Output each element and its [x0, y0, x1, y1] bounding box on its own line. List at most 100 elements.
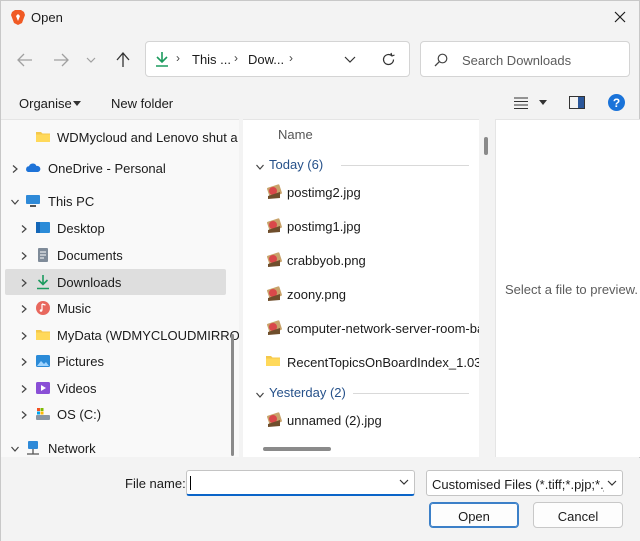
image-file-icon: [265, 217, 283, 235]
tree-item-documents[interactable]: Documents: [5, 242, 226, 268]
file-type-value: Customised Files (*.tiff;*.pjp;*.jfif: [432, 477, 604, 492]
svg-text:?: ?: [613, 96, 620, 110]
image-file-icon: [265, 183, 283, 201]
cancel-button[interactable]: Cancel: [533, 502, 623, 528]
file-name-label: File name:: [125, 476, 186, 491]
file-name: postimg1.jpg: [287, 219, 361, 234]
tree-item-label: MyData (WDMYCLOUDMIRROF: [57, 328, 239, 343]
file-list-horizontal-scrollbar[interactable]: [263, 447, 331, 451]
chevron-right-icon[interactable]: [19, 302, 29, 313]
new-folder-button[interactable]: New folder: [111, 96, 173, 111]
caret-down-icon[interactable]: [539, 100, 547, 105]
arrow-right-icon: [54, 53, 69, 67]
back-button[interactable]: [13, 48, 37, 72]
file-group-header[interactable]: Today (6): [253, 155, 469, 175]
onedrive-icon: [25, 160, 41, 176]
file-name-input[interactable]: [186, 470, 415, 496]
navigation-scrollbar[interactable]: [231, 334, 234, 456]
chevron-right-icon[interactable]: [19, 249, 29, 260]
file-item[interactable]: postimg2.jpg: [265, 179, 479, 205]
tree-item-label: OS (C:): [57, 407, 102, 422]
tree-item-os-c[interactable]: OS (C:): [5, 401, 226, 427]
file-item[interactable]: zoony.png: [265, 281, 479, 307]
preview-pane-icon[interactable]: [569, 96, 585, 109]
tree-item-desktop[interactable]: Desktop: [5, 215, 226, 241]
file-group-label: Today (6): [269, 157, 324, 172]
image-file-icon: [265, 319, 283, 337]
search-box[interactable]: Search Downloads: [420, 41, 630, 77]
help-icon[interactable]: ?: [608, 94, 625, 111]
chevron-right-icon[interactable]: [19, 408, 29, 419]
file-group-label: Yesterday (2): [269, 385, 346, 400]
videos-icon: [35, 380, 51, 396]
tree-item-downloads[interactable]: Downloads: [5, 269, 226, 295]
navigation-pane: WDMycloud and Lenovo shut a OneDrive - Pe…: [1, 119, 239, 457]
file-item[interactable]: unnamed (2).jpg: [265, 407, 479, 433]
file-type-select[interactable]: Customised Files (*.tiff;*.pjp;*.jfif: [426, 470, 623, 496]
file-group-header[interactable]: Yesterday (2): [253, 383, 469, 403]
title-bar: Open: [1, 1, 640, 34]
chevron-down-icon[interactable]: [255, 388, 265, 403]
chevron-right-icon[interactable]: [19, 355, 29, 366]
tree-item-videos[interactable]: Videos: [5, 375, 226, 401]
tree-item-music[interactable]: Music: [5, 295, 226, 321]
breadcrumb-separator: ›: [234, 51, 238, 65]
folder-icon: [265, 353, 283, 371]
tree-item-label: Videos: [57, 381, 97, 396]
recent-locations-button[interactable]: [81, 48, 101, 72]
tree-item-label: Documents: [57, 248, 123, 263]
music-icon: [35, 300, 51, 316]
chevron-down-icon[interactable]: [344, 56, 356, 63]
file-list: Name Today (6) postimg2.jpg postimg1.jpg cr…: [243, 119, 479, 457]
tree-item-onedrive-personal[interactable]: OneDrive - Personal: [5, 155, 226, 181]
address-bar[interactable]: › This ... › Dow... ›: [145, 41, 410, 77]
image-file-icon: [265, 411, 283, 429]
window-title: Open: [31, 10, 63, 25]
chevron-right-icon[interactable]: [19, 382, 29, 393]
view-options-icon[interactable]: [514, 97, 528, 109]
tree-item-this-pc[interactable]: This PC: [5, 188, 226, 214]
downloads-icon: [35, 274, 51, 290]
chevron-right-icon[interactable]: [19, 222, 29, 233]
chevron-right-icon[interactable]: [19, 329, 29, 340]
text-caret: [190, 476, 191, 490]
image-file-icon: [265, 285, 283, 303]
organise-menu[interactable]: Organise: [19, 96, 72, 111]
arrow-up-icon: [116, 52, 130, 67]
open-dialog: Open › This ... › Dow... › Search Downlo…: [0, 0, 640, 541]
tree-item-network[interactable]: Network: [5, 435, 226, 457]
up-button[interactable]: [111, 48, 135, 72]
file-item[interactable]: postimg1.jpg: [265, 213, 479, 239]
tree-item-label: WDMycloud and Lenovo shut a: [57, 130, 238, 145]
folder-icon: [35, 129, 51, 145]
column-header-name[interactable]: Name: [278, 127, 313, 142]
file-item[interactable]: RecentTopicsOnBoardIndex_1.03: [265, 349, 479, 375]
file-name: crabbyob.png: [287, 253, 366, 268]
file-item[interactable]: computer-network-server-room-ba: [265, 315, 479, 341]
chevron-down-icon[interactable]: [255, 160, 265, 175]
file-item[interactable]: crabbyob.png: [265, 247, 479, 273]
breadcrumb-downloads[interactable]: Dow...: [248, 52, 284, 67]
chevron-down-icon[interactable]: [10, 442, 20, 452]
tree-item-label: Music: [57, 301, 91, 316]
image-file-icon: [265, 251, 283, 269]
forward-button[interactable]: [49, 48, 73, 72]
tree-item-mydata-wdmycloudmirrof[interactable]: MyData (WDMYCLOUDMIRROF: [5, 322, 239, 348]
chevron-down-icon[interactable]: [399, 479, 409, 485]
chevron-down-icon: [86, 57, 96, 63]
file-name: zoony.png: [287, 287, 347, 302]
chevron-right-icon[interactable]: [19, 276, 29, 287]
breadcrumb-separator: ›: [176, 51, 180, 65]
open-button[interactable]: Open: [429, 502, 519, 528]
refresh-icon[interactable]: [381, 52, 396, 67]
file-list-vertical-scrollbar[interactable]: [484, 137, 488, 155]
tree-item-pictures[interactable]: Pictures: [5, 348, 226, 374]
desktop-icon: [35, 220, 51, 236]
tree-item-label: Downloads: [57, 275, 122, 290]
close-button[interactable]: [605, 4, 635, 30]
preview-message: Select a file to preview.: [505, 282, 638, 297]
chevron-right-icon[interactable]: [10, 162, 20, 173]
tree-item-wdmycloud-and-lenovo-shut-a[interactable]: WDMycloud and Lenovo shut a: [5, 124, 238, 150]
chevron-down-icon[interactable]: [10, 195, 20, 205]
breadcrumb-this-pc[interactable]: This ...: [192, 52, 231, 67]
